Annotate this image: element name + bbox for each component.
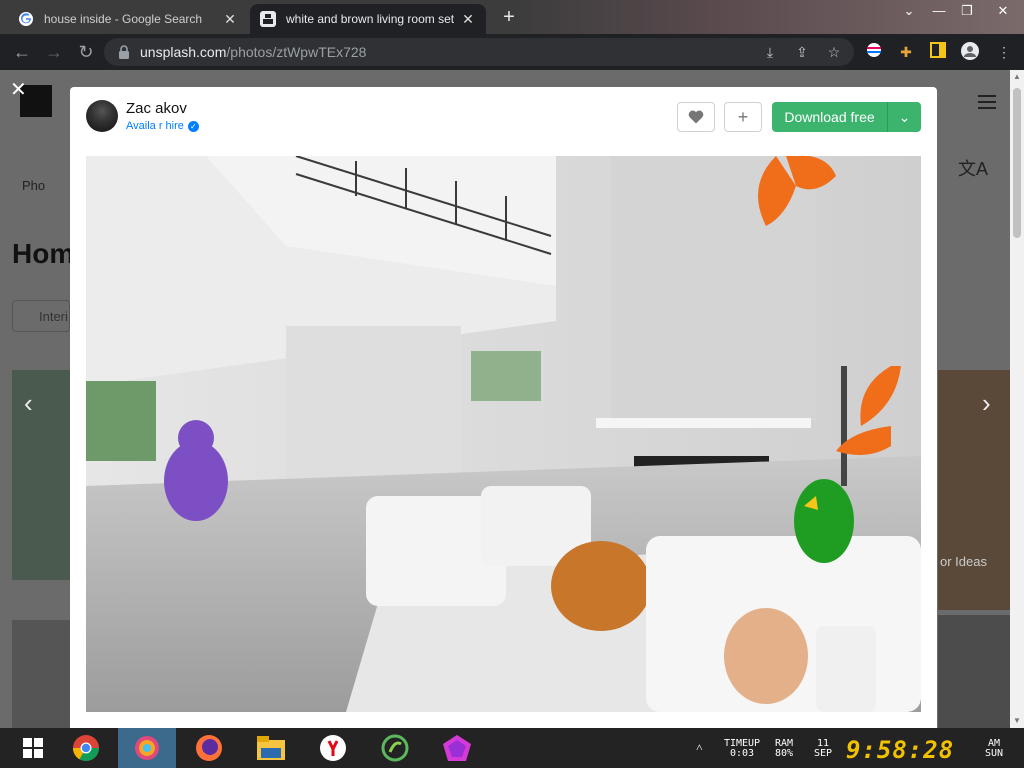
- tab-google-search[interactable]: house inside - Google Search ✕: [8, 4, 248, 34]
- lock-icon: [119, 45, 129, 59]
- plus-icon: +: [737, 107, 749, 127]
- browser-toolbar: ← → ↻ unsplash.com/photos/ztWpwTEx728 ⤓ …: [0, 34, 1024, 70]
- chevron-down-icon[interactable]: ⌄: [894, 0, 924, 22]
- translate-icon[interactable]: 文A: [958, 155, 988, 181]
- main-photo[interactable]: [86, 156, 921, 712]
- page-heading: Hom: [12, 238, 75, 269]
- thumbnail-photo[interactable]: [12, 370, 70, 580]
- photos-tab[interactable]: Pho: [22, 178, 45, 193]
- purple-gem-icon: [443, 735, 471, 761]
- photo-modal: Zac akov Availa r hire ✓ + Download free…: [70, 87, 937, 728]
- chrome-icon: [72, 735, 100, 762]
- share-icon[interactable]: ⇪: [792, 42, 812, 62]
- next-arrow-icon[interactable]: ›: [982, 388, 991, 419]
- start-button[interactable]: [4, 728, 62, 768]
- taskbar-firefox[interactable]: [180, 728, 238, 768]
- tab-title: white and brown living room set: [286, 12, 455, 26]
- address-bar[interactable]: unsplash.com/photos/ztWpwTEx728: [104, 38, 854, 66]
- thumbnail-photo[interactable]: [12, 620, 70, 728]
- verified-check-icon: ✓: [187, 120, 199, 132]
- colorful-app-icon: [135, 736, 159, 760]
- install-icon[interactable]: ⤓: [760, 42, 780, 62]
- page-scrollbar[interactable]: ▲ ▼: [1010, 70, 1024, 728]
- chevron-down-icon: ⌄: [898, 109, 911, 125]
- author-block[interactable]: Zac akov Availa r hire ✓: [86, 100, 199, 132]
- taskbar-file-explorer[interactable]: [242, 728, 300, 768]
- living-room-photo: [86, 156, 921, 712]
- ampm-readout: AM SUN: [984, 738, 1004, 759]
- date-readout[interactable]: 11 SEP: [808, 739, 838, 759]
- tab-unsplash[interactable]: white and brown living room set ✕: [250, 4, 486, 34]
- extension-flag-icon[interactable]: [864, 42, 884, 62]
- ram-readout: RAM 80%: [774, 738, 794, 759]
- close-modal-icon[interactable]: ✕: [10, 80, 27, 100]
- star-icon[interactable]: ☆: [824, 42, 844, 62]
- clock-time[interactable]: 9:58:28: [846, 736, 954, 764]
- google-icon: [19, 12, 33, 26]
- hire-status[interactable]: Availa r hire ✓: [126, 120, 199, 132]
- profile-avatar-icon[interactable]: [960, 42, 980, 62]
- hamburger-menu-icon[interactable]: [978, 95, 996, 109]
- maximize-icon[interactable]: ❐: [952, 0, 982, 22]
- download-button-group: Download free ⌄: [772, 102, 921, 132]
- taskbar-chrome[interactable]: [57, 728, 115, 768]
- menu-dots-icon[interactable]: ⋮: [994, 42, 1014, 62]
- taskbar-yandex[interactable]: [304, 728, 362, 768]
- firefox-icon: [196, 735, 222, 761]
- filter-chip[interactable]: Interi: [12, 300, 70, 332]
- scroll-down-icon[interactable]: ▼: [1010, 714, 1024, 728]
- reload-icon[interactable]: ↻: [74, 40, 98, 64]
- back-arrow-icon[interactable]: ←: [10, 40, 34, 64]
- scroll-up-icon[interactable]: ▲: [1010, 70, 1024, 84]
- new-tab-button[interactable]: +: [498, 6, 520, 28]
- scrollbar-thumb[interactable]: [1013, 88, 1021, 238]
- download-options-button[interactable]: ⌄: [887, 102, 921, 132]
- taskbar-screensaver-app[interactable]: [118, 728, 176, 768]
- thumbnail-photo[interactable]: [938, 615, 1010, 728]
- taskbar-purple-app[interactable]: [428, 728, 486, 768]
- sidepanel-icon[interactable]: [928, 42, 948, 62]
- windows-logo-icon: [23, 738, 43, 758]
- green-leaf-icon: [381, 734, 409, 762]
- minimize-icon[interactable]: —: [924, 0, 954, 22]
- forward-arrow-icon[interactable]: →: [42, 40, 66, 64]
- tab-title: house inside - Google Search: [44, 12, 203, 26]
- author-name[interactable]: Zac akov: [126, 100, 199, 117]
- previous-arrow-icon[interactable]: ‹: [24, 388, 33, 419]
- url-text: unsplash.com/photos/ztWpwTEx728: [140, 44, 367, 60]
- related-search-text[interactable]: or Ideas: [940, 554, 987, 569]
- yandex-icon: [320, 735, 346, 761]
- timeup-readout: TIMEUP 0:03: [723, 738, 761, 759]
- tray-overflow-icon[interactable]: ˄: [696, 741, 703, 753]
- add-to-collection-button[interactable]: +: [724, 102, 762, 132]
- unsplash-icon: [260, 11, 276, 27]
- avatar[interactable]: [86, 100, 118, 132]
- puzzle-icon[interactable]: ✚: [896, 42, 916, 62]
- close-window-icon[interactable]: ✕: [988, 0, 1018, 22]
- heart-icon: [688, 110, 704, 124]
- taskbar-green-app[interactable]: [366, 728, 424, 768]
- folder-icon: [257, 736, 285, 760]
- tab-bar: house inside - Google Search ✕ white and…: [0, 0, 1024, 34]
- like-button[interactable]: [677, 102, 715, 132]
- download-button[interactable]: Download free: [772, 102, 887, 132]
- close-tab-icon[interactable]: ✕: [222, 11, 238, 28]
- thumbnail-photo[interactable]: [938, 370, 1010, 610]
- close-tab-icon[interactable]: ✕: [460, 11, 476, 28]
